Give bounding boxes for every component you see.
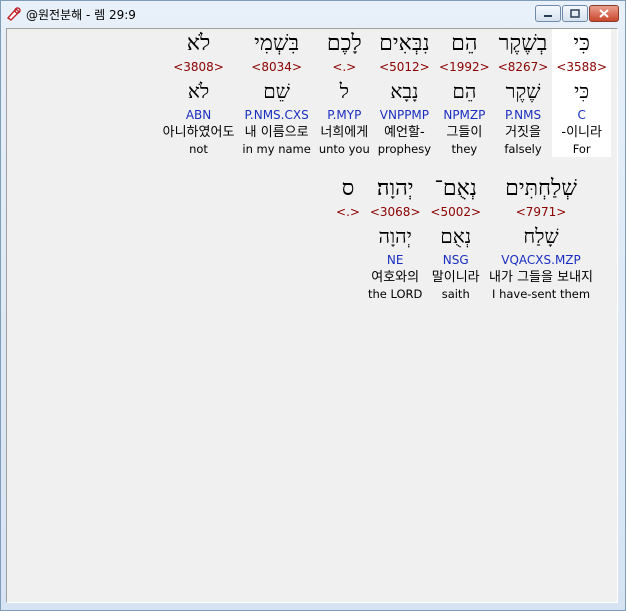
word-column[interactable]: כִּי <3588> כִּי C -이니라 For bbox=[552, 29, 611, 157]
strong-number: <3068> bbox=[369, 205, 421, 219]
word-column[interactable]: לָכֶם <.> ל P.MYP 너희에게 unto you bbox=[315, 29, 374, 157]
verse-row-2: שְׁלַחְתִּים <7971> שָׁלַח VQACXS.MZP 내가 그들을… bbox=[332, 174, 597, 302]
strong-number: <5012> bbox=[379, 60, 430, 74]
morph-code: NE bbox=[386, 253, 404, 267]
english-gloss: not bbox=[189, 142, 208, 156]
hebrew-word: בְשֶׁקֶר bbox=[498, 31, 548, 56]
maximize-icon bbox=[570, 9, 580, 18]
lemma-word: שָׁלַח bbox=[523, 224, 559, 248]
minimize-icon bbox=[544, 14, 552, 17]
word-column[interactable]: לֹא <3808> לֹא ABN 아니하였어도 not bbox=[159, 29, 239, 157]
word-column[interactable]: נִבְּאִים <5012> נָבָא VNPPMP 예언할-prophesy bbox=[374, 29, 435, 157]
strong-number: <8267> bbox=[497, 60, 549, 74]
morph-code: P.NMS.CXS bbox=[244, 108, 309, 122]
morph-code: P.MYP bbox=[327, 108, 362, 122]
korean-gloss: 너희에게 bbox=[320, 125, 369, 140]
english-gloss: the LORD bbox=[367, 287, 423, 301]
maximize-button[interactable] bbox=[562, 5, 588, 22]
lemma-word: שֶׁקֶר bbox=[505, 79, 541, 103]
hebrew-word: בִּשְׁמִי bbox=[254, 31, 300, 56]
korean-gloss: -이니라 bbox=[561, 125, 602, 140]
hebrew-word: הֵם bbox=[451, 31, 478, 56]
lemma-word: שֵׁם bbox=[263, 79, 290, 103]
morph-code: NPMZP bbox=[443, 108, 486, 122]
strong-number: <3808> bbox=[173, 60, 224, 74]
morph-code: C bbox=[577, 108, 586, 122]
hebrew-word: לֹא bbox=[186, 31, 211, 56]
analysis-panel[interactable]: כִּי <3588> כִּי C -이니라 For בְשֶׁקֶר <8267> שֶׁק… bbox=[6, 28, 618, 603]
lemma-word: לֹא bbox=[187, 79, 210, 103]
hebrew-word: כִּי bbox=[573, 31, 590, 56]
lemma-word: ל bbox=[339, 79, 349, 103]
korean-gloss: 내가 그들을 보내지 bbox=[489, 270, 593, 285]
word-column[interactable]: בְשֶׁקֶר <8267> שֶׁקֶר P.NMS 거짓을 falsely bbox=[494, 29, 553, 157]
hebrew-word: שְׁלַחְתִּים bbox=[505, 176, 577, 201]
close-button[interactable] bbox=[589, 5, 619, 22]
hebrew-word: יְהוָה׃ bbox=[376, 176, 414, 201]
strong-number: <7971> bbox=[515, 205, 567, 219]
hebrew-word: נִבְּאִים bbox=[379, 31, 430, 56]
strong-number: <5002> bbox=[430, 205, 482, 219]
korean-gloss: 그들이 bbox=[446, 125, 483, 140]
hebrew-word: לָכֶם bbox=[326, 31, 362, 56]
lemma-word: כִּי bbox=[574, 79, 590, 103]
morph-code: NSG bbox=[442, 253, 469, 267]
hebrew-word: ס bbox=[341, 176, 355, 201]
strong-number: <8034> bbox=[251, 60, 302, 74]
korean-gloss: 아니하였어도 bbox=[162, 125, 235, 140]
korean-gloss: 말이니라 bbox=[431, 270, 480, 285]
window-title: @원전분해 - 렘 29:9 bbox=[26, 7, 136, 22]
app-logo-icon[interactable] bbox=[6, 6, 22, 22]
window-controls bbox=[534, 5, 619, 22]
strong-number: <.> bbox=[332, 60, 357, 74]
word-column[interactable]: ס <.> bbox=[332, 174, 364, 302]
morph-code: VQACXS.MZP bbox=[501, 253, 581, 267]
strong-number: <3588> bbox=[556, 60, 607, 74]
morph-code: VNPPMP bbox=[379, 108, 430, 122]
lemma-word: יְהוָה bbox=[378, 224, 412, 248]
strong-number: <1992> bbox=[439, 60, 490, 74]
verse-row-1: כִּי <3588> כִּי C -이니라 For בְשֶׁקֶר <8267> שֶׁק… bbox=[159, 29, 611, 157]
english-gloss: saith bbox=[441, 287, 470, 301]
strong-number: <.> bbox=[336, 205, 360, 219]
english-gloss: unto you bbox=[318, 142, 370, 156]
close-icon bbox=[599, 9, 609, 18]
minimize-button[interactable] bbox=[535, 5, 561, 22]
english-gloss: falsely bbox=[504, 142, 542, 156]
morph-code: ABN bbox=[185, 108, 212, 122]
english-gloss: in my name bbox=[242, 142, 311, 156]
lemma-word: הֵם bbox=[452, 79, 477, 103]
english-gloss: prophesy bbox=[377, 142, 432, 156]
lemma-word: נְאֻם bbox=[440, 224, 472, 248]
english-gloss: For bbox=[572, 142, 591, 156]
english-gloss: I have-sent them bbox=[492, 287, 591, 301]
word-column[interactable]: נְאֻם־ <5002> נְאֻם NSG 말이니라 saith bbox=[426, 174, 485, 302]
korean-gloss: 여호와의 bbox=[371, 270, 420, 285]
app-window: @원전분해 - 렘 29:9 כִּי <3588> כִּי C -이니라 For בְש… bbox=[0, 0, 626, 611]
word-column[interactable]: יְהוָה׃ <3068> יְהוָה NE 여호와의 the LORD bbox=[364, 174, 426, 302]
lemma-word: נָבָא bbox=[390, 79, 419, 103]
morph-code: P.NMS bbox=[504, 108, 542, 122]
korean-gloss: 내 이름으로 bbox=[244, 125, 309, 140]
title-bar[interactable]: @원전분해 - 렘 29:9 bbox=[1, 1, 625, 27]
word-column[interactable]: בִּשְׁמִי <8034> שֵׁם P.NMS.CXS 내 이름으로 in my … bbox=[238, 29, 314, 157]
english-gloss: they bbox=[451, 142, 478, 156]
korean-gloss: 거짓을 bbox=[505, 125, 541, 140]
korean-gloss: 예언할- bbox=[384, 125, 425, 140]
hebrew-word: נְאֻם־ bbox=[434, 176, 477, 201]
word-column[interactable]: הֵם <1992> הֵם NPMZP 그들이 they bbox=[435, 29, 494, 157]
word-column[interactable]: שְׁלַחְתִּים <7971> שָׁלַח VQACXS.MZP 내가 그들을… bbox=[485, 174, 597, 302]
